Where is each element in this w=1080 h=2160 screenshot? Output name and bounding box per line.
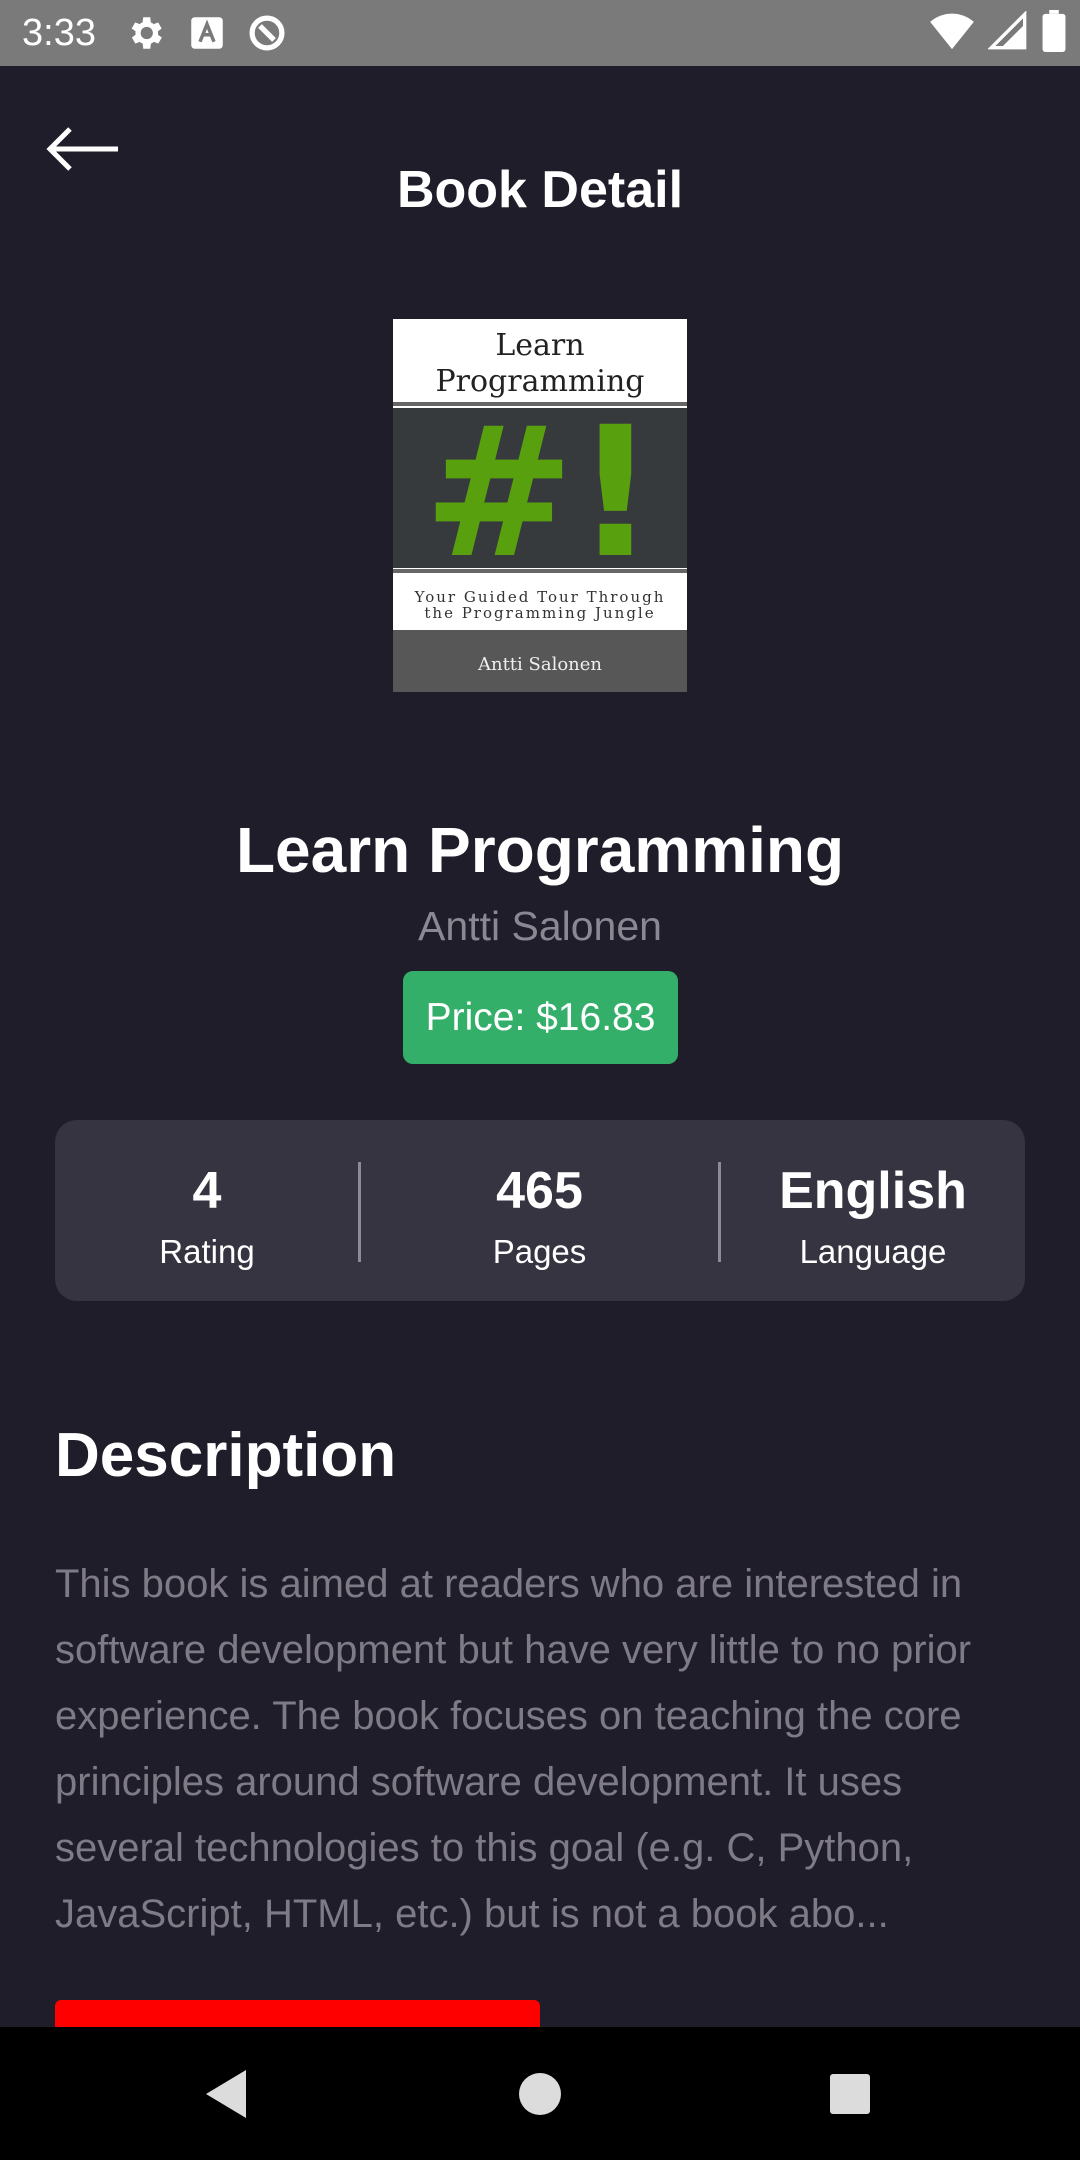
stat-rating: 4 Rating: [55, 1120, 359, 1301]
nav-home-icon[interactable]: [508, 2062, 572, 2126]
book-cover-image[interactable]: Learn Programming #! Your Guided Tour Th…: [393, 319, 687, 692]
book-author: Antti Salonen: [418, 903, 662, 949]
stat-language-value: English: [779, 1162, 967, 1220]
nav-recents-icon[interactable]: [818, 2062, 882, 2126]
status-time: 3:33: [22, 12, 96, 54]
price-badge[interactable]: Price: $16.83: [403, 971, 678, 1064]
font-a-icon: [191, 17, 223, 49]
stat-rating-label: Rating: [159, 1233, 255, 1270]
stat-rating-value: 4: [192, 1162, 222, 1220]
cover-title-line1: Learn: [495, 328, 584, 363]
stat-pages: 465 Pages: [361, 1120, 718, 1301]
navigation-bar: [0, 2027, 1080, 2160]
gear-icon: [131, 17, 162, 49]
cover-symbol: #!: [424, 389, 657, 598]
description-heading: Description: [55, 1421, 397, 1490]
battery-icon: [1042, 10, 1066, 52]
cover-author: Antti Salonen: [477, 654, 602, 675]
stat-pages-label: Pages: [492, 1233, 587, 1270]
stat-pages-value: 465: [496, 1162, 583, 1220]
data-saver-icon: [249, 15, 285, 51]
page-title: Book Detail: [396, 161, 684, 219]
cover-tagline-line2: the Programming Jungle: [424, 604, 655, 622]
stat-language: English Language: [721, 1120, 1025, 1301]
signal-icon: [988, 11, 1027, 50]
nav-back-icon[interactable]: [198, 2062, 262, 2126]
stats-card: 4 Rating 465 Pages English Language: [55, 1120, 1025, 1301]
stat-language-label: Language: [799, 1233, 947, 1270]
description-text: This book is aimed at readers who are in…: [55, 1562, 972, 1936]
book-title: Learn Programming: [235, 814, 845, 886]
wifi-icon: [930, 13, 974, 50]
status-bar: 3:33: [0, 0, 1080, 66]
